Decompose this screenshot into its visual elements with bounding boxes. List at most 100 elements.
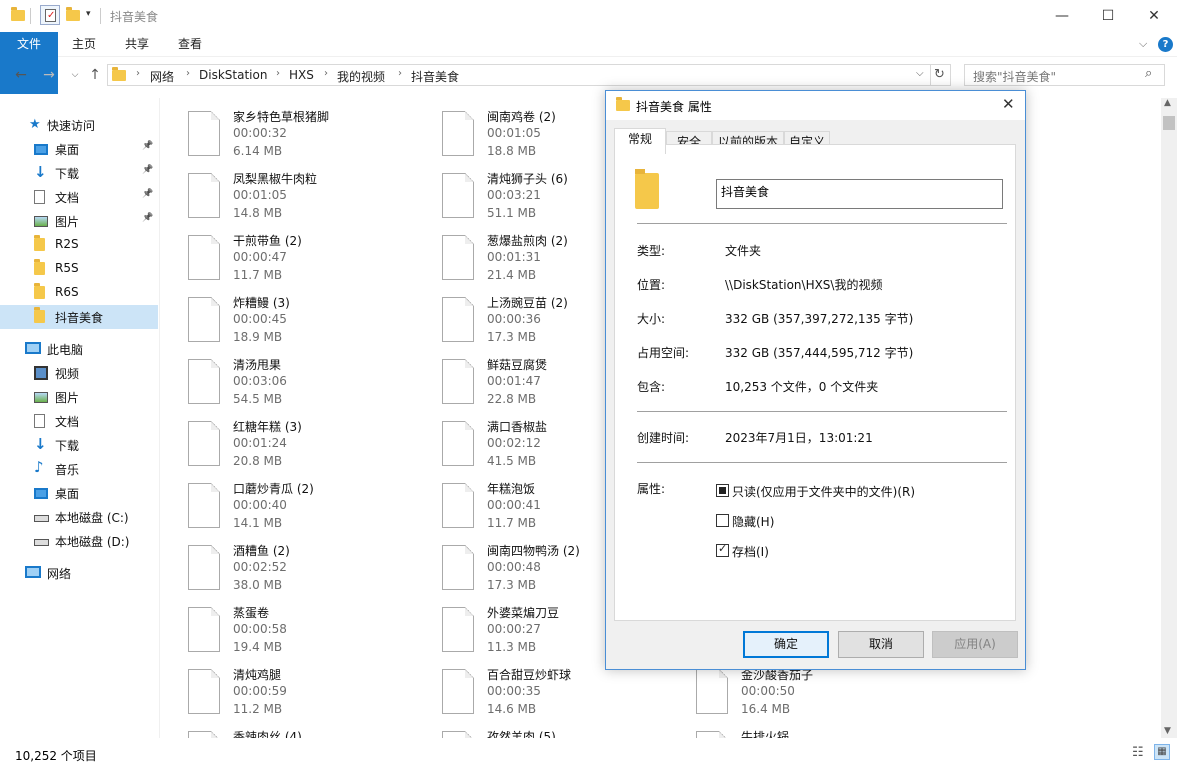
computer-icon	[25, 342, 41, 354]
video-file-icon	[442, 359, 474, 404]
picture-icon	[34, 392, 48, 403]
expand-ribbon-icon[interactable]: ⌵	[1139, 37, 1147, 51]
file-name: 孜然羊肉 (5)	[487, 730, 556, 738]
details-view-icon[interactable]: ☷	[1132, 745, 1144, 760]
scroll-down-icon[interactable]: ▼	[1164, 726, 1171, 736]
sidebar-item[interactable]: 图片 📌	[0, 209, 158, 233]
file-name: 牛排火锅	[741, 730, 790, 738]
sidebar-item[interactable]: 文档	[0, 409, 158, 433]
recent-locations-icon[interactable]: ⌵	[66, 66, 84, 84]
file-item[interactable]: 孜然羊肉 (5)	[430, 721, 680, 738]
breadcrumb-current[interactable]: 抖音美食	[411, 68, 459, 85]
sidebar-item[interactable]: 桌面	[0, 481, 158, 505]
sidebar-item[interactable]: ↓ 下载 📌	[0, 161, 158, 185]
tab-view[interactable]: 查看	[166, 32, 214, 57]
sidebar-item-network[interactable]: 网络	[0, 561, 158, 585]
breadcrumb-separator[interactable]: ›	[186, 68, 190, 79]
file-item[interactable]: 炸糟鳗 (3) 00:00:45 18.9 MB	[176, 287, 426, 349]
breadcrumb-separator[interactable]: ›	[136, 68, 140, 79]
file-size: 14.6 MB	[487, 702, 537, 716]
hidden-checkbox[interactable]	[716, 514, 729, 527]
customize-quick-access-icon[interactable]: ▾	[86, 9, 91, 19]
file-item[interactable]: 口蘑炒青瓜 (2) 00:00:40 14.1 MB	[176, 473, 426, 535]
hidden-label[interactable]: 隐藏(H)	[732, 513, 774, 530]
ok-button[interactable]: 确定	[743, 631, 829, 658]
refresh-icon[interactable]: ↻	[934, 67, 945, 82]
tab-home[interactable]: 主页	[60, 32, 108, 57]
file-item[interactable]: 牛排火锅	[684, 721, 934, 738]
sidebar-item-this-pc[interactable]: 此电脑	[0, 337, 158, 361]
video-file-icon	[188, 421, 220, 466]
new-folder-icon[interactable]	[66, 7, 82, 23]
video-file-icon	[188, 297, 220, 342]
maximize-button[interactable]: ☐	[1085, 0, 1131, 32]
properties-icon[interactable]: ✓	[40, 5, 60, 25]
sidebar-item[interactable]: 桌面 📌	[0, 137, 158, 161]
file-duration: 00:00:41	[487, 498, 541, 512]
file-item[interactable]: 干煎带鱼 (2) 00:00:47 11.7 MB	[176, 225, 426, 287]
cancel-button[interactable]: 取消	[838, 631, 924, 658]
file-item[interactable]: 凤梨黑椒牛肉粒 00:01:05 14.8 MB	[176, 163, 426, 225]
file-item[interactable]: 红糖年糕 (3) 00:01:24 20.8 MB	[176, 411, 426, 473]
back-arrow-icon[interactable]: ←	[12, 66, 30, 84]
tab-general[interactable]: 常规	[614, 128, 666, 154]
file-item[interactable]: 清炖鸡腿 00:00:59 11.2 MB	[176, 659, 426, 721]
sidebar-item[interactable]: R6S	[0, 281, 158, 305]
breadcrumb-separator[interactable]: ›	[398, 68, 402, 79]
tab-share[interactable]: 共享	[113, 32, 161, 57]
file-name: 闽南鸡卷 (2)	[487, 110, 556, 124]
breadcrumb-network[interactable]: 网络	[150, 68, 174, 85]
document-icon	[34, 414, 45, 428]
file-duration: 00:01:47	[487, 374, 541, 388]
address-dropdown-icon[interactable]: ⌵	[916, 68, 924, 79]
sidebar-item[interactable]: ♪ 音乐	[0, 457, 158, 481]
breadcrumb-diskstation[interactable]: DiskStation	[199, 68, 267, 82]
breadcrumb-separator[interactable]: ›	[276, 68, 280, 79]
sidebar-item[interactable]: ↓ 下载	[0, 433, 158, 457]
size-on-disk-value: 332 GB (357,444,595,712 字节)	[725, 346, 914, 360]
search-input[interactable]: 搜索"抖音美食" ⌕	[964, 64, 1165, 86]
readonly-checkbox[interactable]	[716, 484, 729, 497]
sidebar-item[interactable]: 视频	[0, 361, 158, 385]
archive-checkbox[interactable]: ✓	[716, 542, 729, 557]
sidebar-item-label: 文档	[55, 415, 80, 429]
help-icon[interactable]: ?	[1158, 37, 1173, 52]
file-item[interactable]: 家乡特色草根猪脚 00:00:32 6.14 MB	[176, 101, 426, 163]
sidebar-item[interactable]: R2S	[0, 233, 158, 257]
scrollbar-thumb[interactable]	[1163, 116, 1175, 130]
file-item[interactable]: 清汤甩果 00:03:06 54.5 MB	[176, 349, 426, 411]
archive-label[interactable]: 存档(I)	[732, 543, 769, 560]
file-item[interactable]: 香辣肉丝 (4)	[176, 721, 426, 738]
tab-file[interactable]: 文件	[0, 32, 58, 94]
video-file-icon	[442, 483, 474, 528]
large-icons-view-icon[interactable]: ▦	[1154, 744, 1170, 760]
close-button[interactable]: ✕	[1131, 0, 1177, 32]
file-duration: 00:00:58	[233, 622, 287, 636]
folder-icon	[34, 283, 48, 300]
breadcrumb-my-videos[interactable]: 我的视频	[337, 68, 385, 85]
scroll-up-icon[interactable]: ▲	[1164, 98, 1171, 108]
search-icon[interactable]: ⌕	[1145, 66, 1152, 81]
file-item[interactable]: 酒糟鱼 (2) 00:02:52 38.0 MB	[176, 535, 426, 597]
breadcrumb-hxs[interactable]: HXS	[289, 68, 314, 82]
sidebar-item[interactable]: 抖音美食	[0, 305, 158, 329]
file-size: 11.7 MB	[233, 268, 283, 282]
breadcrumb-separator[interactable]: ›	[324, 68, 328, 79]
forward-arrow-icon[interactable]: →	[40, 66, 58, 84]
sidebar-item[interactable]: 本地磁盘 (D:)	[0, 529, 158, 553]
sidebar-item[interactable]: 图片	[0, 385, 158, 409]
sidebar-item[interactable]: R5S	[0, 257, 158, 281]
vertical-scrollbar[interactable]: ▲ ▼	[1161, 98, 1177, 738]
minimize-button[interactable]: —	[1039, 0, 1085, 32]
readonly-label[interactable]: 只读(仅应用于文件夹中的文件)(R)	[732, 483, 915, 500]
apply-button[interactable]: 应用(A)	[932, 631, 1018, 658]
file-item[interactable]: 蒸蛋卷 00:00:58 19.4 MB	[176, 597, 426, 659]
file-size: 11.2 MB	[233, 702, 283, 716]
up-arrow-icon[interactable]: ↑	[86, 66, 104, 84]
sidebar-item[interactable]: 文档 📌	[0, 185, 158, 209]
folder-name-field[interactable]: 抖音美食	[716, 179, 1003, 209]
address-bar[interactable]: › 网络 › DiskStation › HXS › 我的视频 › 抖音美食 ⌵…	[107, 64, 951, 86]
dialog-close-button[interactable]: ✕	[1002, 95, 1015, 113]
sidebar-item-quick-access[interactable]: ★ 快速访问	[0, 113, 158, 137]
sidebar-item[interactable]: 本地磁盘 (C:)	[0, 505, 158, 529]
